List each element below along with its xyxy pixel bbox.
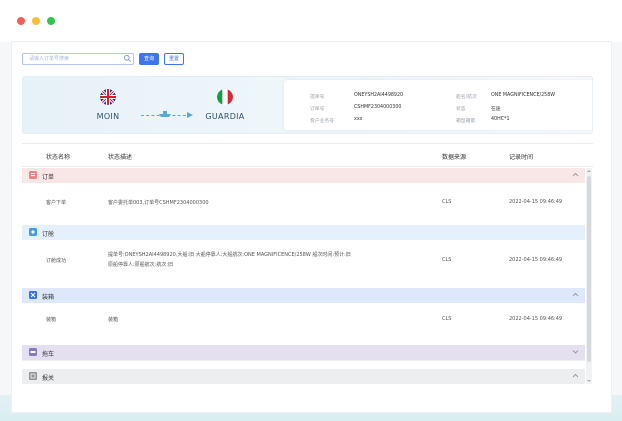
chevron-up-icon[interactable]	[572, 171, 579, 178]
tracking-panel: 请输入订单号搜索 查询 重置 MOIN GUARDIA 提单号 ONEYSH2A…	[11, 41, 612, 413]
header-status-desc: 状态描述	[108, 154, 133, 161]
shipment-info-card: 提单号 ONEYSH2AI4498920 船名/航次 ONE MAGNIFICE…	[284, 80, 592, 130]
row-source: CLS	[442, 199, 452, 205]
row-time: 2022-04-15 09:46:49	[509, 257, 563, 263]
bill-no-value: ONEYSH2AI4498920	[354, 93, 404, 98]
route-summary: MOIN GUARDIA 提单号 ONEYSH2AI4498920 船名/航次 …	[22, 76, 593, 134]
arrow-right-icon	[187, 112, 193, 118]
group-booking-label: 订舱	[42, 231, 55, 238]
status-value: 在途	[491, 107, 501, 112]
status-table: 状态名称 状态描述 数据来源 记录时间 订单 客户下单 客户委托单003,订单号…	[22, 143, 593, 385]
chevron-up-icon[interactable]	[572, 372, 579, 379]
scroll-up-icon[interactable]	[586, 168, 592, 174]
title-bar	[0, 0, 622, 42]
destination-port-name: GUARDIA	[205, 112, 245, 121]
container-label: 箱型箱量	[456, 119, 476, 124]
bill-no-label: 提单号	[310, 95, 325, 100]
gb-flag-icon	[100, 89, 116, 105]
row-status-name: 装箱	[46, 317, 57, 323]
order-icon	[29, 171, 37, 179]
table-row: 客户下单 客户委托单003,订单号CSHMF2304000300 CLS 202…	[22, 183, 585, 225]
carrier-label: 船名/航次	[456, 95, 477, 100]
row-time: 2022-04-15 09:46:49	[509, 316, 563, 322]
destination-port: GUARDIA	[197, 89, 253, 121]
group-packing-label: 装箱	[42, 294, 55, 301]
reset-button[interactable]: 重置	[164, 53, 184, 65]
origin-port: MOIN	[83, 89, 133, 121]
row-status-desc: 装箱	[108, 317, 119, 323]
booking-icon	[29, 228, 37, 236]
group-order-header[interactable]: 订单	[22, 168, 585, 183]
customer-no-value: xxx	[354, 117, 363, 122]
chevron-up-icon[interactable]	[572, 291, 579, 298]
customer-no-label: 客户业务号	[310, 119, 334, 124]
truck-icon	[29, 348, 37, 356]
customs-icon	[29, 372, 37, 380]
row-status-name: 订舱成功	[46, 258, 67, 264]
carrier-value: ONE MAGNIFICENCE/258W	[491, 93, 556, 98]
group-truck-label: 拖车	[42, 351, 55, 358]
group-customs-label: 报关	[42, 375, 55, 382]
container-value: 40HC*1	[491, 117, 510, 122]
chevron-down-icon[interactable]	[572, 348, 579, 355]
search-input[interactable]: 请输入订单号搜索	[22, 53, 134, 65]
row-source: CLS	[442, 257, 452, 263]
vertical-scrollbar[interactable]	[586, 168, 592, 384]
group-packing-header[interactable]: 装箱	[22, 288, 585, 303]
minimize-window-button[interactable]	[32, 17, 40, 25]
packing-icon	[29, 291, 37, 299]
divider	[22, 360, 585, 361]
row-status-name: 客户下单	[46, 200, 67, 206]
search-icon[interactable]	[123, 54, 132, 63]
row-status-desc-line1: 提单号:ONEYSH2AI4498920,大船:旧 大船停靠人:大船航次:ONE…	[108, 252, 351, 258]
origin-port-name: MOIN	[96, 112, 120, 121]
row-source: CLS	[442, 316, 452, 322]
status-label: 状态	[456, 107, 466, 112]
row-time: 2022-04-15 09:46:49	[509, 199, 563, 205]
header-source: 数据来源	[442, 154, 467, 161]
table-row: 装箱 装箱 CLS 2022-04-15 09:46:49	[22, 303, 585, 345]
scroll-down-icon[interactable]	[586, 378, 592, 384]
scroll-thumb[interactable]	[587, 176, 591, 362]
close-window-button[interactable]	[17, 17, 25, 25]
header-record-time: 记录时间	[509, 154, 534, 161]
row-status-desc-line2: 原船停靠人:原船航次:航次:旧	[108, 262, 174, 268]
query-button[interactable]: 查询	[139, 53, 159, 65]
group-customs-header[interactable]: 报关	[22, 369, 585, 384]
table-header: 状态名称 状态描述 数据来源 记录时间	[22, 143, 593, 167]
order-no-label: 订单号	[310, 107, 325, 112]
table-row: 订舱成功 提单号:ONEYSH2AI4498920,大船:旧 大船停靠人:大船航…	[22, 240, 585, 288]
it-flag-icon	[217, 89, 233, 105]
app-window: 请输入订单号搜索 查询 重置 MOIN GUARDIA 提单号 ONEYSH2A…	[0, 0, 622, 421]
row-status-desc: 客户委托单003,订单号CSHMF2304000300	[108, 200, 209, 206]
order-no-value: CSHMF2304000300	[354, 105, 402, 110]
ship-icon	[159, 111, 171, 117]
group-booking-header[interactable]: 订舱	[22, 225, 585, 240]
header-status-name: 状态名称	[46, 154, 71, 161]
group-order-label: 订单	[42, 174, 55, 181]
maximize-window-button[interactable]	[47, 17, 55, 25]
group-truck-header[interactable]: 拖车	[22, 345, 585, 360]
